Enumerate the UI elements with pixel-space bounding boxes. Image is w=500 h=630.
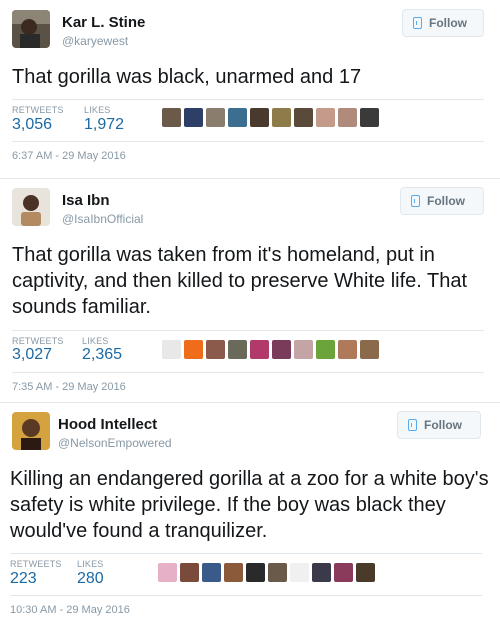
- liker-avatar[interactable]: [356, 563, 375, 582]
- liker-avatar[interactable]: [290, 563, 309, 582]
- user-handle[interactable]: @NelsonEmpowered: [58, 436, 172, 450]
- stats-bottom-divider: [12, 372, 484, 373]
- liker-avatar[interactable]: [184, 108, 203, 127]
- liker-avatar[interactable]: [312, 563, 331, 582]
- stats-top-divider: [12, 99, 484, 100]
- liker-avatar[interactable]: [162, 108, 181, 127]
- liker-avatar[interactable]: [228, 108, 247, 127]
- follow-icon: [411, 195, 420, 207]
- liker-avatar[interactable]: [202, 563, 221, 582]
- liker-avatar[interactable]: [316, 108, 335, 127]
- likes-count[interactable]: 1,972: [84, 116, 124, 134]
- likes-label: LIKES: [77, 559, 104, 569]
- avatar[interactable]: [12, 10, 50, 48]
- liker-avatar[interactable]: [338, 340, 357, 359]
- tweet-divider: [0, 178, 500, 179]
- follow-label: Follow: [427, 194, 465, 208]
- avatar[interactable]: [12, 412, 50, 450]
- liker-avatars: [162, 340, 379, 359]
- user-name[interactable]: Hood Intellect: [58, 416, 157, 433]
- tweet-text: Killing an endangered gorilla at a zoo f…: [10, 468, 489, 542]
- follow-icon: [413, 17, 422, 29]
- tweet-timestamp[interactable]: 6:37 AM - 29 May 2016: [12, 150, 126, 162]
- liker-avatar[interactable]: [272, 340, 291, 359]
- user-name[interactable]: Isa Ibn: [62, 192, 110, 209]
- liker-avatar[interactable]: [338, 108, 357, 127]
- liker-avatar[interactable]: [206, 340, 225, 359]
- liker-avatar[interactable]: [158, 563, 177, 582]
- liker-avatar[interactable]: [272, 108, 291, 127]
- retweets-label: RETWEETS: [12, 105, 64, 115]
- follow-label: Follow: [424, 418, 462, 432]
- user-handle[interactable]: @karyewest: [62, 34, 128, 48]
- tweet-text: That gorilla was taken from it's homelan…: [12, 244, 468, 318]
- stats-top-divider: [12, 330, 484, 331]
- follow-label: Follow: [429, 16, 467, 30]
- follow-icon: [408, 419, 417, 431]
- user-name[interactable]: Kar L. Stine: [62, 14, 145, 31]
- stats-top-divider: [10, 553, 482, 554]
- tweet-timestamp[interactable]: 7:35 AM - 29 May 2016: [12, 381, 126, 393]
- likes-count[interactable]: 2,365: [82, 346, 122, 364]
- liker-avatar[interactable]: [246, 563, 265, 582]
- liker-avatar[interactable]: [250, 108, 269, 127]
- retweets-label: RETWEETS: [12, 336, 64, 346]
- avatar-image: [12, 188, 50, 226]
- retweets-count[interactable]: 3,056: [12, 116, 52, 134]
- liker-avatar[interactable]: [268, 563, 287, 582]
- stats-bottom-divider: [10, 595, 482, 596]
- retweets-count[interactable]: 223: [10, 570, 37, 588]
- user-handle[interactable]: @IsaIbnOfficial: [62, 212, 143, 226]
- tweet-timestamp[interactable]: 10:30 AM - 29 May 2016: [10, 604, 130, 616]
- likes-label: LIKES: [84, 105, 111, 115]
- follow-button[interactable]: Follow: [400, 187, 484, 215]
- liker-avatar[interactable]: [334, 563, 353, 582]
- avatar-image: [12, 412, 50, 450]
- liker-avatar[interactable]: [294, 340, 313, 359]
- follow-button[interactable]: Follow: [402, 9, 484, 37]
- liker-avatar[interactable]: [294, 108, 313, 127]
- tweet-divider: [0, 402, 500, 403]
- liker-avatar[interactable]: [184, 340, 203, 359]
- avatar[interactable]: [12, 188, 50, 226]
- liker-avatar[interactable]: [250, 340, 269, 359]
- liker-avatar[interactable]: [316, 340, 335, 359]
- liker-avatar[interactable]: [162, 340, 181, 359]
- liker-avatar[interactable]: [206, 108, 225, 127]
- liker-avatar[interactable]: [360, 340, 379, 359]
- tweet-text: That gorilla was black, unarmed and 17: [12, 66, 362, 88]
- avatar-image: [12, 10, 50, 48]
- liker-avatar[interactable]: [228, 340, 247, 359]
- likes-count[interactable]: 280: [77, 570, 104, 588]
- retweets-label: RETWEETS: [10, 559, 62, 569]
- liker-avatar[interactable]: [180, 563, 199, 582]
- likes-label: LIKES: [82, 336, 109, 346]
- liker-avatar[interactable]: [224, 563, 243, 582]
- liker-avatar[interactable]: [360, 108, 379, 127]
- follow-button[interactable]: Follow: [397, 411, 481, 439]
- liker-avatars: [158, 563, 375, 582]
- retweets-count[interactable]: 3,027: [12, 346, 52, 364]
- stats-bottom-divider: [12, 141, 484, 142]
- liker-avatars: [162, 108, 379, 127]
